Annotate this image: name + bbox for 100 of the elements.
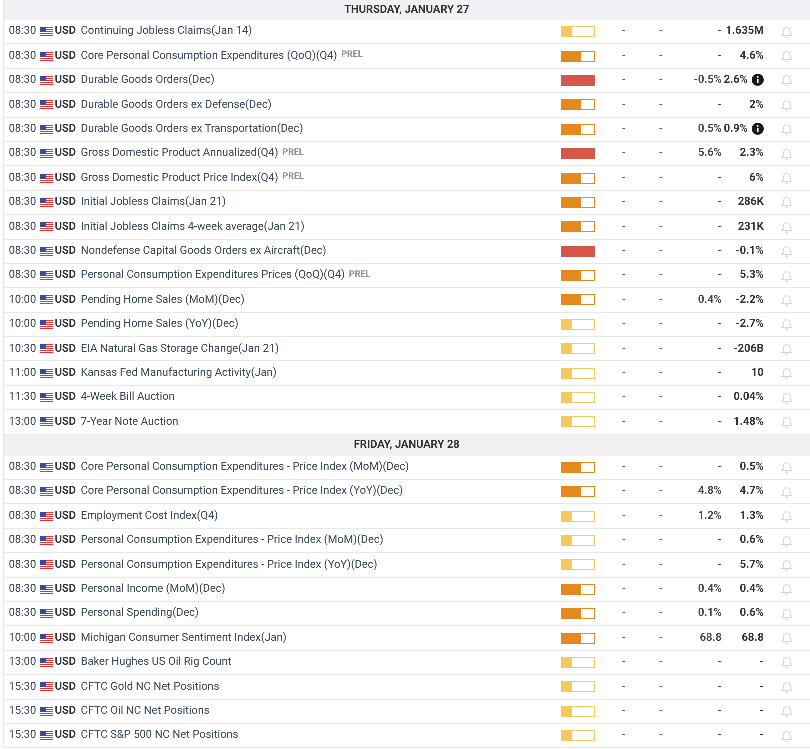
event-row[interactable]: 08:30 USD Core Personal Consumption Expenditures - Price Index (MoM)(Dec) - - - 0.5% xyxy=(4,456,810,480)
event-row[interactable]: 08:30 USD Durable Goods Orders(Dec) - - -0.5% 2.6% xyxy=(4,68,810,94)
event-name[interactable]: Core Personal Consumption Expenditures (QoQ)(Q4) xyxy=(81,48,338,64)
bell-icon[interactable] xyxy=(780,24,794,39)
value-cell-text: - xyxy=(658,508,664,524)
bell-icon[interactable] xyxy=(780,655,794,670)
event-time: 10:00 xyxy=(9,292,38,308)
value-cell-text: 68.8 xyxy=(699,630,722,646)
event-row[interactable]: 15:30 USD CFTC Gold NC Net Positions - - - - xyxy=(4,675,810,700)
event-row[interactable]: 08:30 USD Durable Goods Orders ex Defense(Dec) - - - 2% xyxy=(4,93,810,118)
event-row[interactable]: 10:00 USD Pending Home Sales (YoY)(Dec) - - - -2.7% xyxy=(4,312,810,338)
event-name[interactable]: Personal Consumption Expenditures Prices (QoQ)(Q4) xyxy=(81,267,346,284)
bell-icon[interactable] xyxy=(780,390,794,405)
event-name[interactable]: Employment Cost Index(Q4) xyxy=(81,508,218,524)
value-cell-text: - xyxy=(716,267,722,284)
event-name[interactable]: Pending Home Sales (YoY)(Dec) xyxy=(81,316,239,333)
event-row[interactable]: 15:30 USD CFTC S&P 500 NC Net Positions - - - - xyxy=(4,724,810,748)
event-name[interactable]: Initial Jobless Claims(Jan 21) xyxy=(81,194,226,211)
info-icon[interactable] xyxy=(752,74,764,86)
bell-icon[interactable] xyxy=(780,484,794,499)
currency: USD xyxy=(55,267,78,284)
bell-icon[interactable] xyxy=(780,195,794,210)
event-row[interactable]: 08:30 USD Personal Income (MoM)(Dec) - - 0.4% 0.4% xyxy=(4,578,810,602)
event-name[interactable]: Personal Income (MoM)(Dec) xyxy=(81,581,226,598)
bell-icon[interactable] xyxy=(780,606,794,621)
event-row[interactable]: 08:30 USD Durable Goods Orders ex Transportation(Dec) - - 0.5% 0.9% xyxy=(4,118,810,142)
event-name[interactable]: Kansas Fed Manufacturing Activity(Jan) xyxy=(81,364,277,382)
event-row[interactable]: 08:30 USD Nondefense Capital Goods Orders ex Aircraft(Dec) - - - -0.1% xyxy=(4,240,810,264)
event-name[interactable]: Personal Spending(Dec) xyxy=(81,605,199,622)
event-row[interactable]: 08:30 USD Employment Cost Index(Q4) - - 1.2% 1.3% xyxy=(4,504,810,529)
bell-icon[interactable] xyxy=(780,366,794,380)
bell-icon[interactable] xyxy=(780,73,794,88)
event-row[interactable]: 08:30 USD Core Personal Consumption Expenditures (QoQ)(Q4) PREL - - - 4.6% xyxy=(4,44,810,69)
event-row[interactable]: 08:30 USD Core Personal Consumption Expenditures - Price Index (YoY)(Dec) - - 4.8% 4.7% xyxy=(4,480,810,504)
event-name[interactable]: Pending Home Sales (MoM)(Dec) xyxy=(81,292,245,308)
event-row[interactable]: 11:30 USD 4-Week Bill Auction - - - 0.04% xyxy=(4,386,810,410)
bell-icon[interactable] xyxy=(780,146,794,161)
event-name[interactable]: Durable Goods Orders(Dec) xyxy=(81,72,215,89)
bell-icon[interactable] xyxy=(780,631,794,646)
bell-icon[interactable] xyxy=(780,534,794,548)
event-name[interactable]: Continuing Jobless Claims(Jan 14) xyxy=(81,23,252,40)
bell-icon[interactable] xyxy=(780,558,794,572)
event-row[interactable]: 10:30 USD EIA Natural Gas Storage Change(Jan 21) - - - -206B xyxy=(4,337,810,362)
event-name[interactable]: CFTC Oil NC Net Positions xyxy=(81,702,210,720)
event-name[interactable]: EIA Natural Gas Storage Change(Jan 21) xyxy=(81,340,280,358)
event-name[interactable]: Michigan Consumer Sentiment Index(Jan) xyxy=(81,630,287,646)
event-row[interactable]: 08:30 USD Initial Jobless Claims 4-week average(Jan 21) - - - 231K xyxy=(4,215,810,240)
event-row[interactable]: 08:30 USD Personal Consumption Expenditures - Price Index (YoY)(Dec) - - - 5.7% xyxy=(4,553,810,578)
bell-icon[interactable] xyxy=(780,582,794,596)
event-name[interactable]: CFTC S&P 500 NC Net Positions xyxy=(81,727,239,744)
bell-icon[interactable] xyxy=(780,342,794,356)
event-row[interactable]: 08:30 USD Personal Consumption Expenditures - Price Index (MoM)(Dec) - - - 0.6% xyxy=(4,528,810,554)
event-name[interactable]: Durable Goods Orders ex Defense(Dec) xyxy=(81,96,272,114)
event-row[interactable]: 10:00 USD Pending Home Sales (MoM)(Dec) - - 0.4% -2.2% xyxy=(4,288,810,313)
bell-icon[interactable] xyxy=(780,292,794,307)
event-name[interactable]: 4-Week Bill Auction xyxy=(81,389,175,406)
event-row[interactable]: 08:30 USD Continuing Jobless Claims(Jan 14) - - - 1.635M xyxy=(4,20,810,44)
event-row[interactable]: 11:00 USD Kansas Fed Manufacturing Activity(Jan) - - - 10 xyxy=(4,361,810,386)
bell-icon[interactable] xyxy=(780,704,794,718)
flag-icon xyxy=(40,271,53,280)
value-cell-text: - xyxy=(658,194,664,210)
bell-icon[interactable] xyxy=(780,414,794,429)
bell-icon[interactable] xyxy=(780,680,794,694)
value-cell-text: - xyxy=(621,145,627,162)
event-name[interactable]: CFTC Gold NC Net Positions xyxy=(81,678,220,696)
info-icon[interactable] xyxy=(752,123,764,136)
event-name[interactable]: Durable Goods Orders ex Transportation(Dec) xyxy=(81,121,304,138)
event-row[interactable]: 08:30 USD Gross Domestic Product Price Index(Q4) PREL - - - 6% xyxy=(4,166,810,191)
event-name[interactable]: Initial Jobless Claims 4-week average(Jan 21) xyxy=(81,218,305,236)
bell-icon[interactable] xyxy=(780,122,794,136)
bell-icon[interactable] xyxy=(780,49,794,64)
event-row[interactable]: 08:30 USD Personal Consumption Expenditures Prices (QoQ)(Q4) PREL - - - 5.3% xyxy=(4,264,810,288)
bell-icon[interactable] xyxy=(780,268,794,283)
event-name[interactable]: Gross Domestic Product Annualized(Q4) xyxy=(81,145,279,162)
event-row[interactable]: 13:00 USD Baker Hughes US Oil Rig Count - - - - xyxy=(4,650,810,676)
bell-icon[interactable] xyxy=(780,317,794,332)
bell-icon[interactable] xyxy=(780,171,794,186)
bell-icon[interactable] xyxy=(780,728,794,743)
event-name[interactable]: Personal Consumption Expenditures - Price Index (MoM)(Dec) xyxy=(81,532,384,549)
event-name[interactable]: Personal Consumption Expenditures - Price Index (YoY)(Dec) xyxy=(81,556,378,574)
event-row[interactable]: 10:00 USD Michigan Consumer Sentiment Index(Jan) - - 68.8 68.8 xyxy=(4,626,810,651)
currency: USD xyxy=(55,532,78,548)
event-row[interactable]: 08:30 USD Gross Domestic Product Annualized(Q4) PREL - - 5.6% 2.3% xyxy=(4,142,810,166)
event-row[interactable]: 15:30 USD CFTC Oil NC Net Positions - - - - xyxy=(4,700,810,724)
event-row[interactable]: 08:30 USD Personal Spending(Dec) - - 0.1% 0.6% xyxy=(4,602,810,626)
currency: USD xyxy=(55,414,78,430)
bell-icon[interactable] xyxy=(780,244,794,258)
event-row[interactable]: 08:30 USD Initial Jobless Claims(Jan 21) - - - 286K xyxy=(4,190,810,216)
value-cell-text: 286K xyxy=(738,194,764,210)
event-name[interactable]: Nondefense Capital Goods Orders ex Aircraft(Dec) xyxy=(81,242,327,260)
event-name[interactable]: 7-Year Note Auction xyxy=(81,414,179,430)
flag-icon xyxy=(40,634,53,643)
event-name[interactable]: Gross Domestic Product Price Index(Q4) xyxy=(81,170,279,186)
event-name[interactable]: Baker Hughes US Oil Rig Count xyxy=(81,654,232,671)
event-name[interactable]: Core Personal Consumption Expenditures - Price Index (YoY)(Dec) xyxy=(81,483,404,500)
bell-icon[interactable] xyxy=(780,509,794,524)
event-name[interactable]: Core Personal Consumption Expenditures - Price Index (MoM)(Dec) xyxy=(81,459,410,476)
bell-icon[interactable] xyxy=(780,98,794,112)
bell-icon[interactable] xyxy=(780,220,794,234)
bell-icon[interactable] xyxy=(780,460,794,474)
